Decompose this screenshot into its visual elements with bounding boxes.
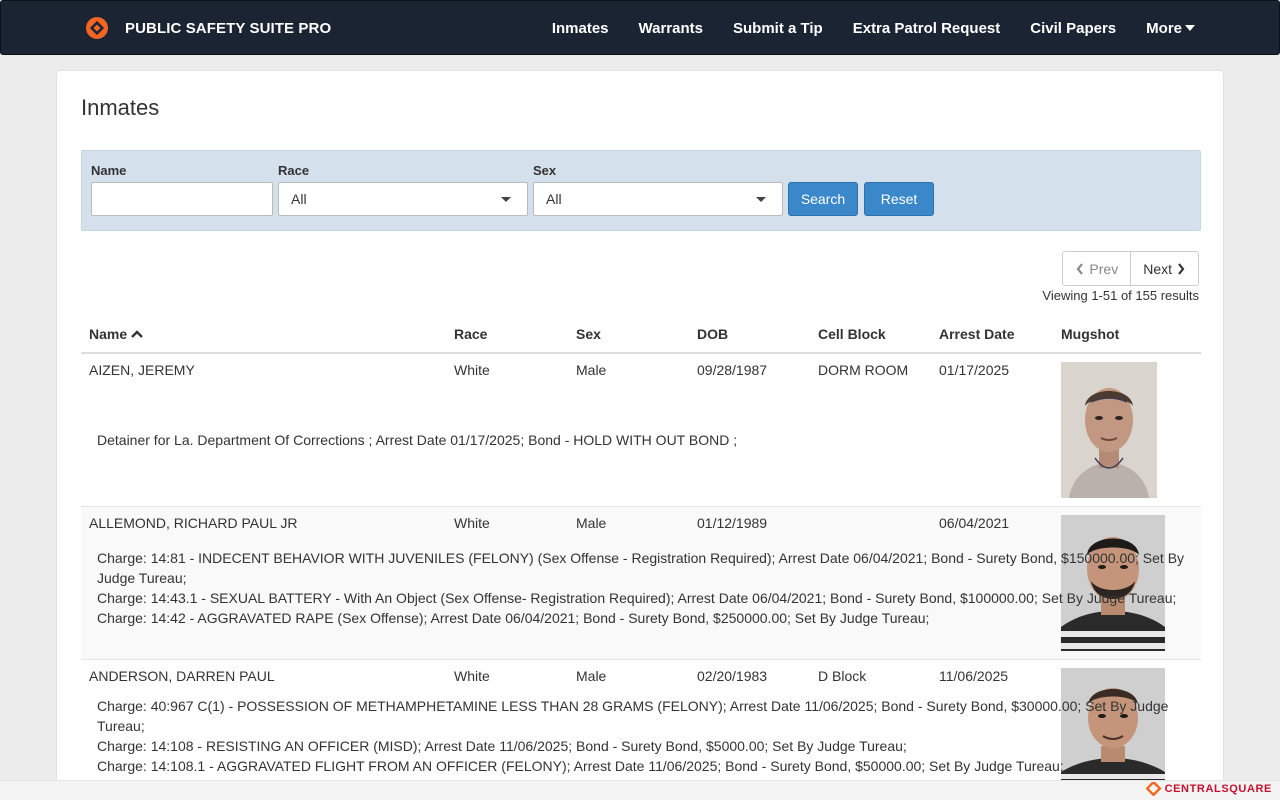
brand[interactable]: PUBLIC SAFETY SUITE PRO [85, 15, 331, 41]
charge-line: Charge: 14:108.1 - AGGRAVATED FLIGHT FRO… [97, 758, 1064, 774]
charge-line: Charge: 14:43.1 - SEXUAL BATTERY - With … [97, 590, 1177, 606]
results-count: Viewing 1-51 of 155 results [1042, 288, 1199, 303]
footer-bar [0, 780, 1280, 800]
race-label: Race [278, 163, 310, 178]
table-header-row: Name Race Sex DOB Cell Block Arrest Date… [81, 316, 1201, 354]
next-page-button[interactable]: Next [1131, 252, 1198, 285]
top-navbar: PUBLIC SAFETY SUITE PRO Inmates Warrants… [0, 0, 1280, 55]
inmate-name[interactable]: ANDERSON, DARREN PAUL [89, 668, 275, 684]
nav-more-dropdown[interactable]: More [1146, 20, 1195, 37]
race-select-value: All [291, 191, 307, 207]
col-sex-header[interactable]: Sex [568, 316, 689, 354]
col-name-label: Name [89, 326, 128, 342]
caret-down-icon [1185, 24, 1195, 31]
sex-select-value: All [546, 191, 562, 207]
charge-line: Charge: 14:81 - INDECENT BEHAVIOR WITH J… [97, 550, 1185, 586]
nav-extra-patrol[interactable]: Extra Patrol Request [853, 20, 1001, 37]
name-input[interactable] [91, 182, 273, 216]
chevron-down-icon [501, 197, 511, 202]
race-select[interactable]: All [278, 182, 528, 216]
inmate-name[interactable]: AIZEN, JEREMY [89, 362, 195, 378]
col-name-header[interactable]: Name [81, 316, 446, 354]
col-arrest-header[interactable]: Arrest Date [931, 316, 1053, 354]
charges-list: Charge: 40:967 C(1) - POSSESSION OF METH… [97, 696, 1187, 776]
col-mugshot-header: Mugshot [1053, 316, 1201, 354]
cell-name: ANDERSON, DARREN PAUL Charge: 40:967 C(1… [81, 659, 1168, 800]
nav-warrants[interactable]: Warrants [639, 20, 703, 37]
nav-inmates[interactable]: Inmates [552, 20, 609, 37]
charges-list: Detainer for La. Department Of Correctio… [97, 430, 1187, 450]
nav-more-label: More [1146, 19, 1182, 37]
charge-line: Detainer for La. Department Of Correctio… [97, 432, 738, 448]
cell-name: ALLEMOND, RICHARD PAUL JR Charge: 14:81 … [81, 506, 1184, 660]
brand-title: PUBLIC SAFETY SUITE PRO [125, 19, 332, 37]
prev-label: Prev [1089, 260, 1119, 277]
nav-submit-tip[interactable]: Submit a Tip [733, 20, 823, 37]
brand-logo-icon [86, 17, 108, 39]
charge-line: Charge: 14:108 - RESISTING AN OFFICER (M… [97, 738, 907, 754]
charge-line: Charge: 14:42 - AGGRAVATED RAPE (Sex Off… [97, 610, 930, 626]
centralsquare-logo-icon [1145, 782, 1162, 796]
centralsquare-text: CENTRALSQUARE [1164, 783, 1272, 795]
inmates-table: Name Race Sex DOB Cell Block Arrest Date… [81, 316, 1201, 800]
table-row[interactable]: AIZEN, JEREMY Detainer for La. Departmen… [81, 352, 1201, 507]
charge-line: Charge: 40:967 C(1) - POSSESSION OF METH… [97, 698, 1169, 734]
cell-name: AIZEN, JEREMY Detainer for La. Departmen… [81, 352, 737, 507]
nav-links: Inmates Warrants Submit a Tip Extra Patr… [522, 1, 1195, 55]
nav-civil-papers[interactable]: Civil Papers [1030, 20, 1116, 37]
chevron-right-icon [1178, 262, 1185, 275]
reset-button[interactable]: Reset [864, 182, 934, 216]
filter-bar: Name Race All Sex All Search Reset [81, 150, 1201, 231]
sort-asc-icon [131, 330, 143, 338]
table-row[interactable]: ANDERSON, DARREN PAUL Charge: 40:967 C(1… [81, 659, 1201, 800]
search-button[interactable]: Search [788, 182, 858, 216]
charges-list: Charge: 14:81 - INDECENT BEHAVIOR WITH J… [97, 548, 1187, 628]
col-dob-header[interactable]: DOB [689, 316, 810, 354]
main-card: Inmates Name Race All Sex All Search Res… [56, 70, 1224, 800]
pagination: Prev Next [1062, 251, 1199, 286]
sex-label: Sex [533, 163, 557, 178]
table-row[interactable]: ALLEMOND, RICHARD PAUL JR Charge: 14:81 … [81, 506, 1201, 660]
chevron-left-icon [1076, 262, 1084, 275]
prev-page-button[interactable]: Prev [1063, 252, 1132, 285]
centralsquare-logo[interactable]: CENTRALSQUARE [1145, 782, 1272, 796]
page-title: Inmates [81, 95, 160, 120]
col-race-header[interactable]: Race [446, 316, 568, 354]
name-label: Name [91, 163, 127, 178]
inmate-name[interactable]: ALLEMOND, RICHARD PAUL JR [89, 515, 297, 531]
col-cell-header[interactable]: Cell Block [810, 316, 931, 354]
chevron-down-icon [756, 197, 766, 202]
next-label: Next [1143, 260, 1172, 277]
sex-select[interactable]: All [533, 182, 783, 216]
